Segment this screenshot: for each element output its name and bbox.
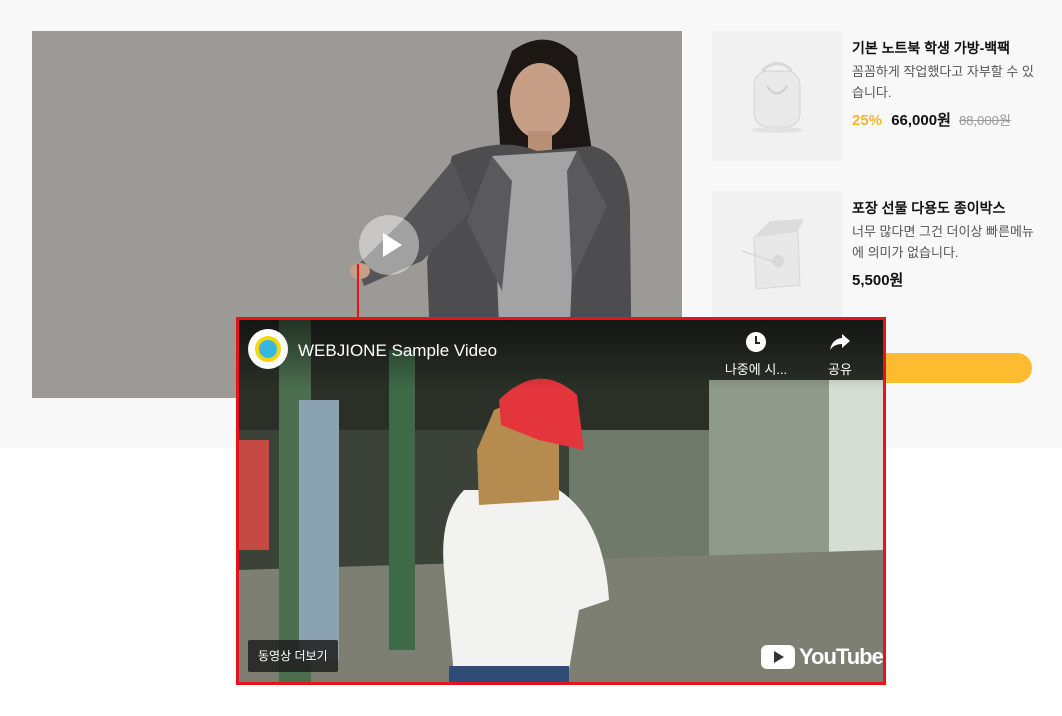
sale-price: 5,500원 bbox=[852, 272, 904, 289]
video-title[interactable]: WEBJIONE Sample Video bbox=[298, 340, 497, 362]
product-description: 너무 많다면 그건 더이상 빠른메뉴에 의미가 없습니다. bbox=[852, 224, 1034, 260]
clock-icon bbox=[746, 332, 766, 352]
share-button[interactable]: 공유 bbox=[817, 332, 863, 378]
share-icon bbox=[830, 334, 850, 350]
price-row: 5,500원 bbox=[852, 271, 1037, 291]
watch-later-label: 나중에 시... bbox=[724, 362, 788, 377]
gift-box-image bbox=[712, 191, 842, 321]
sale-price: 66,000원 bbox=[891, 112, 951, 129]
price-row: 25% 66,000원 88,000원 bbox=[852, 111, 1037, 131]
product-thumbnail[interactable] bbox=[712, 31, 842, 161]
youtube-wordmark: YouTube bbox=[799, 644, 883, 669]
product-name[interactable]: 포장 선물 다용도 종이박스 bbox=[852, 199, 1037, 217]
product-card[interactable]: 기본 노트북 학생 가방-백팩 꼼꼼하게 작업했다고 자부할 수 있습니다. 2… bbox=[712, 31, 1042, 161]
youtube-video-player[interactable]: WEBJIONE Sample Video 나중에 시... 공유 동영상 더보… bbox=[236, 317, 886, 685]
product-card[interactable]: 포장 선물 다용도 종이박스 너무 많다면 그건 더이상 빠른메뉴에 의미가 없… bbox=[712, 191, 1042, 321]
avatar-face bbox=[259, 340, 277, 358]
product-description: 꼼꼼하게 작업했다고 자부할 수 있습니다. bbox=[852, 64, 1034, 100]
share-label: 공유 bbox=[828, 362, 852, 377]
youtube-play-icon bbox=[761, 645, 795, 669]
product-thumbnail[interactable] bbox=[712, 191, 842, 321]
callout-connector bbox=[357, 264, 359, 320]
original-price: 88,000원 bbox=[959, 113, 1011, 128]
watch-later-button[interactable]: 나중에 시... bbox=[713, 332, 799, 378]
play-icon bbox=[383, 233, 402, 257]
play-button[interactable] bbox=[359, 215, 419, 275]
product-name[interactable]: 기본 노트북 학생 가방-백팩 bbox=[852, 39, 1037, 57]
more-videos-button[interactable]: 동영상 더보기 bbox=[248, 640, 338, 672]
more-products-button[interactable] bbox=[862, 353, 1032, 383]
discount-rate: 25% bbox=[852, 112, 883, 129]
youtube-logo[interactable]: YouTube bbox=[761, 642, 883, 672]
backpack-image bbox=[712, 31, 842, 161]
channel-avatar[interactable] bbox=[248, 329, 288, 369]
